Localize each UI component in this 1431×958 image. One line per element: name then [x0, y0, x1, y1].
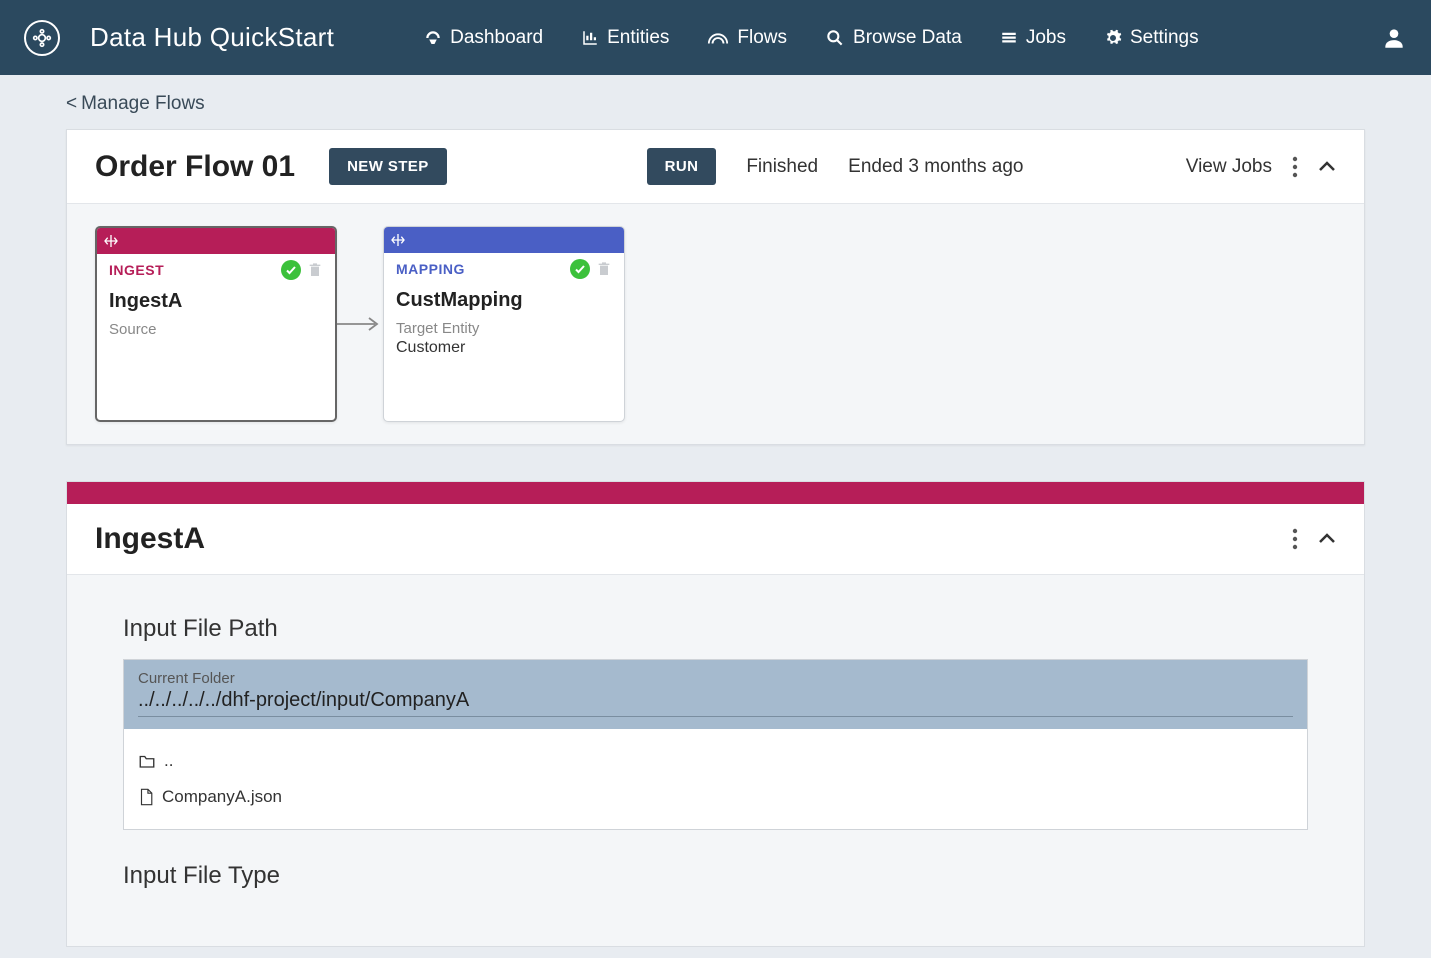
collapse-icon[interactable]	[1318, 533, 1336, 545]
app-header: Data Hub QuickStart Dashboard Entities F…	[0, 0, 1431, 75]
user-icon	[1381, 25, 1407, 51]
search-icon	[825, 28, 845, 48]
nav-label: Settings	[1130, 27, 1199, 49]
step-detail-panel: IngestA Input File Path Current Folder .…	[66, 481, 1365, 947]
drag-handle-icon[interactable]	[390, 232, 406, 248]
nav-dashboard[interactable]: Dashboard	[424, 27, 543, 49]
current-folder-header: Current Folder ../../../../../dhf-projec…	[124, 660, 1307, 729]
step-card-mapping[interactable]: MAPPING CustMapping Target Entity Custom…	[383, 226, 625, 422]
collapse-icon[interactable]	[1318, 161, 1336, 173]
arrow-right-icon	[337, 314, 383, 334]
nav-label: Jobs	[1026, 27, 1066, 49]
drag-handle-icon[interactable]	[103, 233, 119, 249]
gear-icon	[1104, 29, 1122, 47]
trash-icon[interactable]	[307, 261, 323, 279]
input-file-type-label: Input File Type	[123, 862, 1308, 890]
view-jobs-link[interactable]: View Jobs	[1186, 156, 1272, 178]
app-branding: Data Hub QuickStart	[24, 20, 334, 56]
nav-browse-data[interactable]: Browse Data	[825, 27, 962, 49]
step-detail-header: IngestA	[67, 504, 1364, 575]
step-card-header	[97, 228, 335, 254]
step-name: CustMapping	[384, 285, 624, 314]
nav-entities[interactable]: Entities	[581, 27, 669, 49]
nav-label: Dashboard	[450, 27, 543, 49]
flows-icon	[707, 30, 729, 46]
current-folder-caption: Current Folder	[138, 670, 1293, 687]
step-sublabel: Target Entity	[384, 314, 624, 337]
current-folder-value[interactable]: ../../../../../dhf-project/input/Company…	[138, 689, 1293, 717]
nav-jobs[interactable]: Jobs	[1000, 27, 1066, 49]
nav-settings[interactable]: Settings	[1104, 27, 1199, 49]
step-type-label: INGEST	[109, 262, 164, 278]
steps-area: INGEST IngestA Source	[67, 204, 1364, 444]
file-name: ..	[164, 751, 173, 771]
file-row-item[interactable]: CompanyA.json	[138, 779, 1293, 815]
logo-icon	[24, 20, 60, 56]
nav-label: Browse Data	[853, 27, 962, 49]
flow-header: Order Flow 01 NEW STEP RUN Finished Ende…	[67, 130, 1364, 204]
file-icon	[138, 788, 154, 806]
more-vert-icon[interactable]	[1292, 156, 1298, 178]
nav-flows[interactable]: Flows	[707, 27, 787, 49]
chart-bar-icon	[581, 29, 599, 47]
step-sublabel: Source	[97, 315, 335, 338]
chevron-left-icon: <	[66, 93, 77, 115]
user-menu[interactable]	[1381, 25, 1407, 51]
step-name: IngestA	[97, 286, 335, 315]
top-nav: Dashboard Entities Flows Browse Data Job…	[424, 27, 1198, 49]
dashboard-icon	[424, 29, 442, 47]
trash-icon[interactable]	[596, 260, 612, 278]
breadcrumb-back[interactable]: < Manage Flows	[66, 93, 205, 115]
new-step-button[interactable]: NEW STEP	[329, 148, 447, 185]
step-card-ingest[interactable]: INGEST IngestA Source	[95, 226, 337, 422]
nav-label: Entities	[607, 27, 669, 49]
input-file-path-label: Input File Path	[123, 615, 1308, 643]
nav-label: Flows	[737, 27, 787, 49]
flow-status-group: Finished Ended 3 months ago	[746, 156, 1023, 178]
step-subvalue: Customer	[384, 337, 624, 359]
file-name: CompanyA.json	[162, 787, 282, 807]
file-browser-list: .. CompanyA.json	[124, 729, 1307, 829]
flow-actions: View Jobs	[1186, 156, 1336, 178]
step-type-label: MAPPING	[396, 261, 465, 277]
file-path-box: Current Folder ../../../../../dhf-projec…	[123, 659, 1308, 830]
folder-icon	[138, 753, 156, 769]
step-detail-color-strip	[67, 482, 1364, 504]
more-vert-icon[interactable]	[1292, 528, 1298, 550]
step-card-header	[384, 227, 624, 253]
flow-ended: Ended 3 months ago	[848, 156, 1023, 178]
jobs-icon	[1000, 29, 1018, 47]
flow-status: Finished	[746, 156, 818, 178]
breadcrumb-label: Manage Flows	[81, 93, 205, 115]
step-detail-body: Input File Path Current Folder ../../../…	[67, 575, 1364, 946]
run-button[interactable]: RUN	[647, 148, 717, 185]
flow-panel: Order Flow 01 NEW STEP RUN Finished Ende…	[66, 129, 1365, 445]
app-title: Data Hub QuickStart	[90, 22, 334, 53]
file-row-up[interactable]: ..	[138, 743, 1293, 779]
step-detail-title: IngestA	[95, 522, 205, 556]
flow-title: Order Flow 01	[95, 150, 295, 184]
check-circle-icon	[570, 259, 590, 279]
check-circle-icon	[281, 260, 301, 280]
step-connector	[337, 314, 383, 334]
